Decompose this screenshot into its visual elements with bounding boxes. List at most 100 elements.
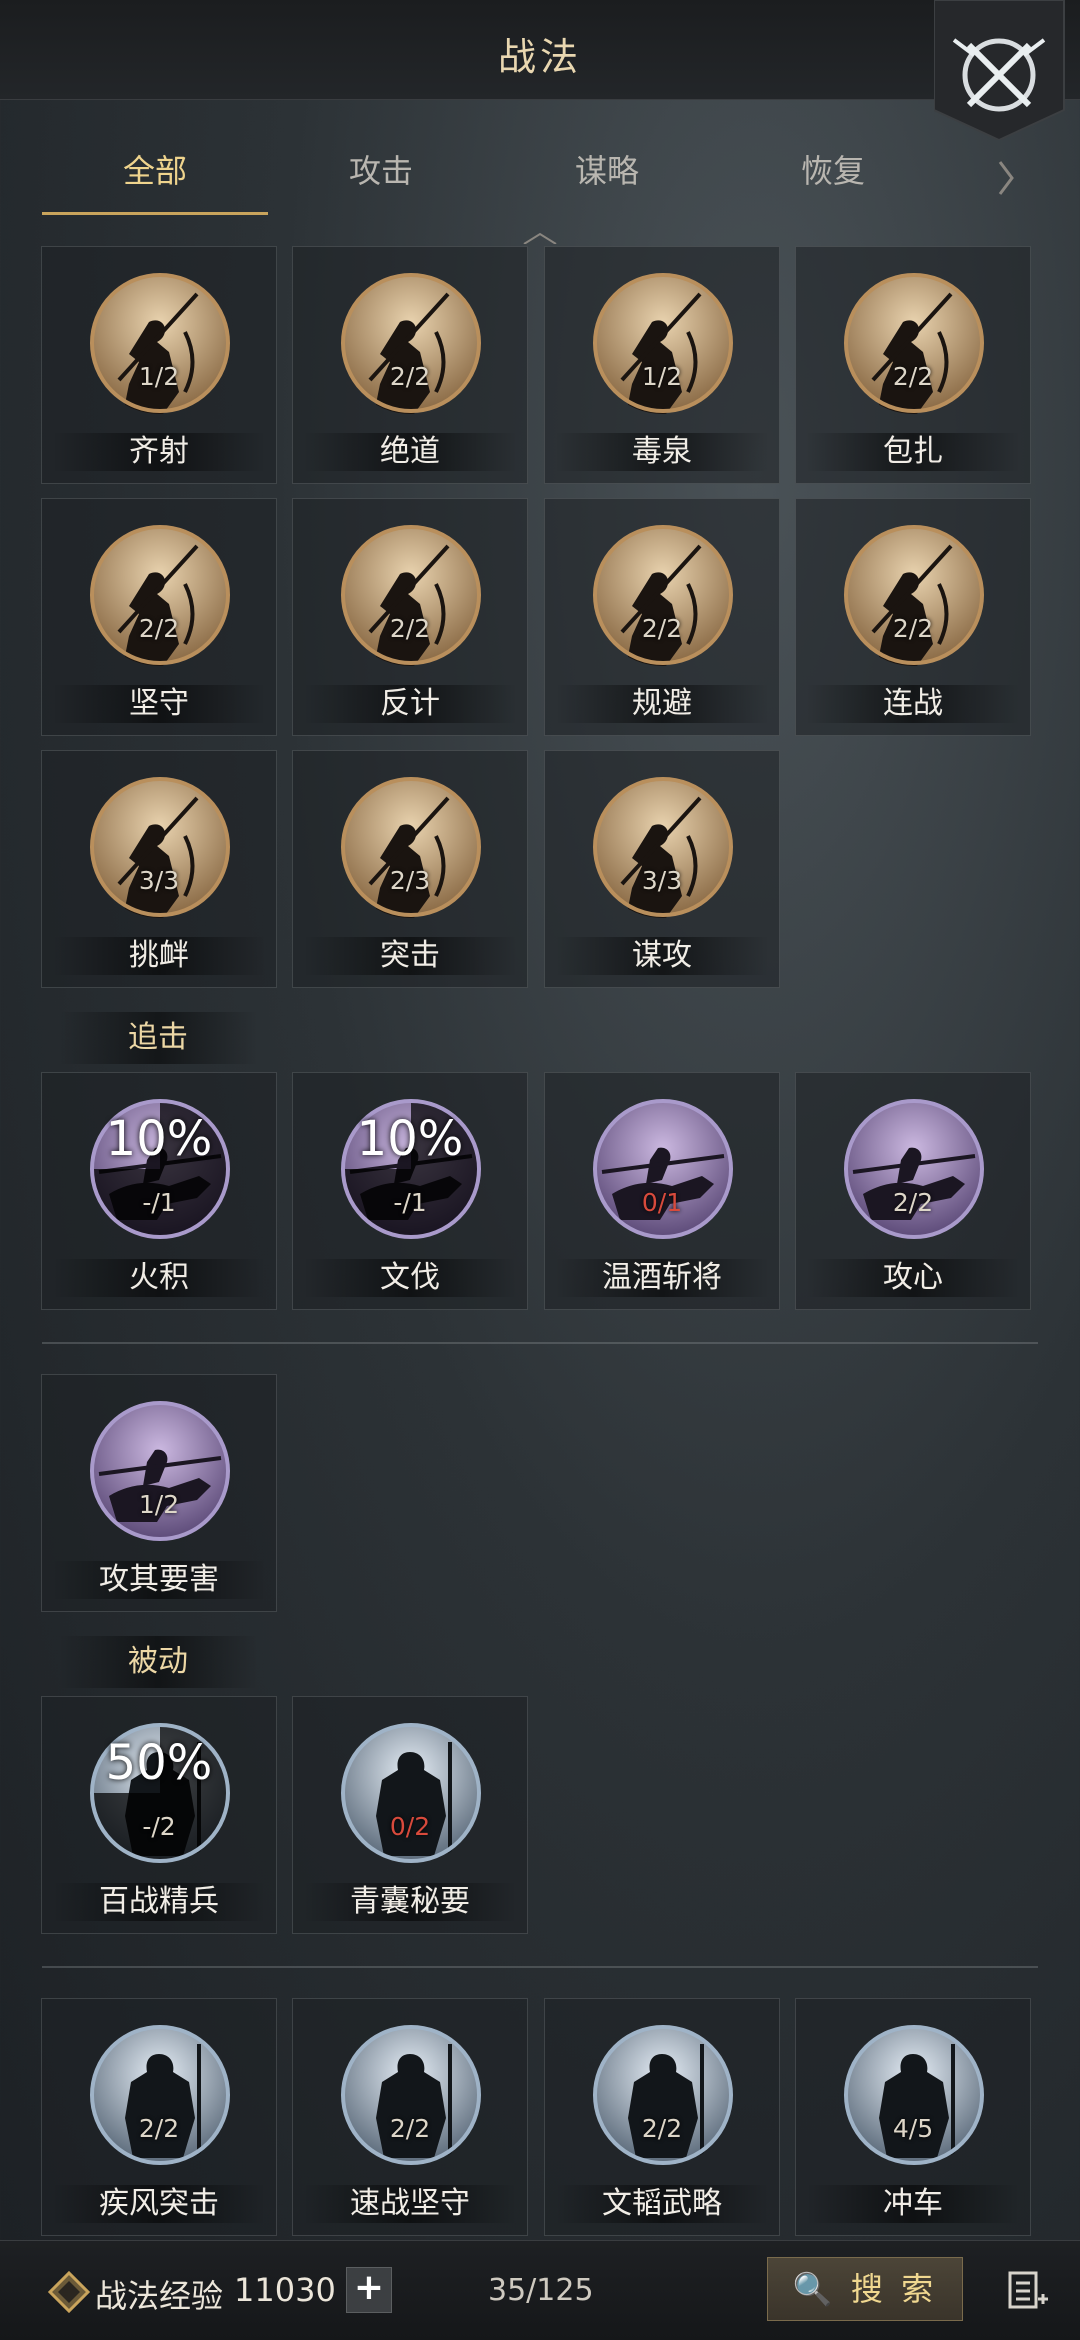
skill-level: 2/2: [892, 614, 934, 643]
skill-icon: [340, 272, 482, 414]
search-button[interactable]: 🔍 搜 索: [767, 2257, 963, 2321]
skill-icon: [592, 776, 734, 918]
skill-name: 规避: [555, 685, 769, 723]
skill-icon: [843, 1098, 985, 1240]
skill-card[interactable]: 2/2 绝道: [292, 246, 528, 484]
skill-icon: [843, 524, 985, 666]
skill-level: 2/3: [389, 866, 431, 895]
skill-level: -/2: [142, 1812, 176, 1841]
skill-portrait-icon: [593, 525, 733, 666]
skill-progress-percent: 10%: [356, 1111, 464, 1167]
section-label-passive: 被动: [58, 1636, 258, 1688]
skill-level: 1/2: [138, 1490, 180, 1519]
skill-icon: [89, 2024, 231, 2166]
skill-level: 4/5: [892, 2114, 934, 2143]
skill-icon: [340, 1722, 482, 1864]
skill-card[interactable]: 2/2 反计: [292, 498, 528, 736]
skill-level: 3/3: [641, 866, 683, 895]
skill-name: 包扎: [806, 433, 1020, 471]
skill-card[interactable]: 2/2 攻心: [795, 1072, 1031, 1310]
skill-portrait-icon: [593, 777, 733, 918]
skill-portrait-icon: [90, 777, 230, 918]
skill-card[interactable]: 3/3 谋攻: [544, 750, 780, 988]
skill-name: 速战坚守: [303, 2185, 517, 2223]
skill-portrait-icon: [90, 2025, 230, 2165]
skill-icon: [89, 776, 231, 918]
add-exp-button[interactable]: +: [346, 2267, 392, 2313]
skill-portrait-icon: [844, 525, 984, 666]
crossed-swords-icon: [933, 0, 1065, 142]
skill-card[interactable]: 2/2 文韬武略: [544, 1998, 780, 2236]
skill-icon: [340, 776, 482, 918]
skill-portrait-icon: [593, 2025, 733, 2165]
skill-portrait-icon: [844, 1099, 984, 1239]
skill-name: 齐射: [52, 433, 266, 471]
skill-exp-label: 战法经验: [95, 2277, 224, 2315]
skill-card[interactable]: 50% -/2 百战精兵: [41, 1696, 277, 1934]
skill-name: 坚守: [52, 685, 266, 723]
section-label-pursuit: 追击: [58, 1012, 258, 1064]
skill-level: 2/2: [389, 2114, 431, 2143]
list-menu-icon[interactable]: [1006, 2269, 1050, 2313]
skill-icon: [340, 2024, 482, 2166]
tab-strategy[interactable]: 谋略: [494, 135, 720, 215]
skill-card[interactable]: 1/2 攻其要害: [41, 1374, 277, 1612]
category-tabs: 全部 攻击 谋略 恢复: [42, 135, 1042, 215]
skill-name: 攻其要害: [52, 1561, 266, 1599]
skill-name: 文伐: [303, 1259, 517, 1297]
skill-level: 3/3: [138, 866, 180, 895]
skill-card[interactable]: 2/2 坚守: [41, 498, 277, 736]
tabs-next-arrow-icon[interactable]: [996, 158, 1016, 198]
tab-all[interactable]: 全部: [42, 135, 268, 215]
skill-card[interactable]: 10% -/1 火积: [41, 1072, 277, 1310]
skill-name: 温酒斩将: [555, 1259, 769, 1297]
skill-portrait-icon: [593, 1099, 733, 1239]
tab-recovery[interactable]: 恢复: [720, 135, 946, 215]
skill-level: 2/2: [892, 1188, 934, 1217]
skill-card[interactable]: 2/2 速战坚守: [292, 1998, 528, 2236]
skill-portrait-icon: [341, 273, 481, 414]
skill-card[interactable]: 0/2 青囊秘要: [292, 1696, 528, 1934]
close-crossed-swords-button[interactable]: [933, 0, 1080, 142]
skill-icon: [340, 524, 482, 666]
skill-name: 反计: [303, 685, 517, 723]
skill-name: 火积: [52, 1259, 266, 1297]
skill-name: 绝道: [303, 433, 517, 471]
skill-portrait-icon: [341, 1723, 481, 1863]
skill-name: 连战: [806, 685, 1020, 723]
skill-portrait-icon: [844, 273, 984, 414]
page-title: 战法: [497, 35, 582, 79]
skill-name: 青囊秘要: [303, 1883, 517, 1921]
skill-card[interactable]: 2/2 规避: [544, 498, 780, 736]
skill-card[interactable]: 2/2 包扎: [795, 246, 1031, 484]
skill-level: 0/2: [389, 1812, 431, 1841]
divider: [42, 1342, 1038, 1344]
skill-name: 攻心: [806, 1259, 1020, 1297]
skill-progress-percent: 10%: [105, 1111, 213, 1167]
skill-card[interactable]: 2/3 突击: [292, 750, 528, 988]
skill-card[interactable]: 1/2 齐射: [41, 246, 277, 484]
skill-portrait-icon: [90, 525, 230, 666]
skill-card[interactable]: 1/2 毒泉: [544, 246, 780, 484]
skill-icon: [89, 1400, 231, 1542]
skill-icon: [89, 272, 231, 414]
divider: [42, 1966, 1038, 1968]
skill-name: 突击: [303, 937, 517, 975]
skill-card[interactable]: 10% -/1 文伐: [292, 1072, 528, 1310]
skill-card[interactable]: 3/3 挑衅: [41, 750, 277, 988]
skill-card[interactable]: 2/2 连战: [795, 498, 1031, 736]
skill-progress-percent: 50%: [105, 1735, 213, 1791]
skill-level: 2/2: [641, 2114, 683, 2143]
skill-card[interactable]: 2/2 疾风突击: [41, 1998, 277, 2236]
skill-name: 冲车: [806, 2185, 1020, 2223]
skill-icon: [843, 272, 985, 414]
skill-icon: [89, 524, 231, 666]
skill-exp-value: 11030: [234, 2271, 336, 2309]
tab-attack[interactable]: 攻击: [268, 135, 494, 215]
skill-card[interactable]: 0/1 温酒斩将: [544, 1072, 780, 1310]
tab-indicator-caret-icon: [523, 232, 557, 244]
skill-level: 1/2: [138, 362, 180, 391]
skill-portrait-icon: [341, 2025, 481, 2165]
skill-card[interactable]: 4/5 冲车: [795, 1998, 1031, 2236]
skill-icon: [592, 272, 734, 414]
